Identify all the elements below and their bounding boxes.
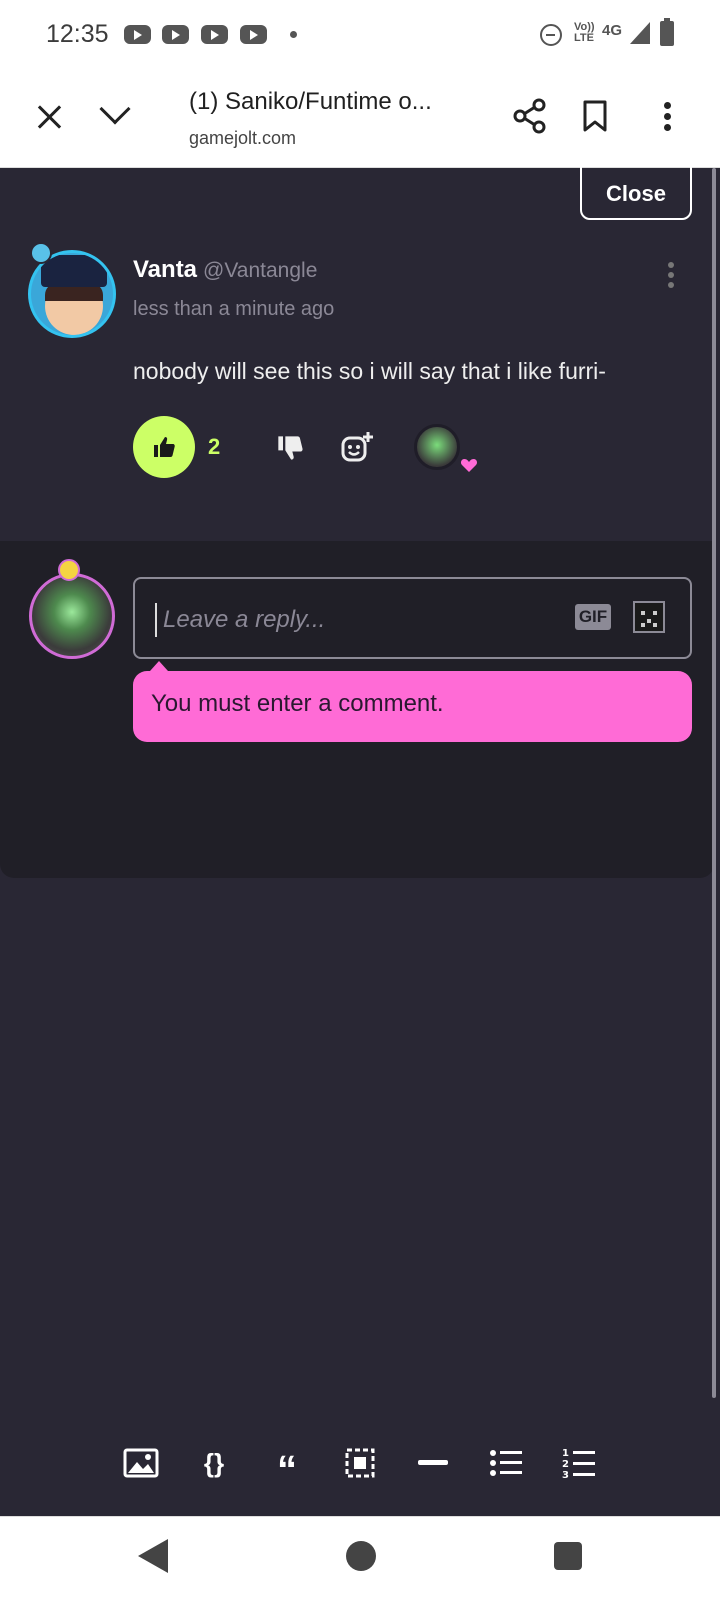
close-icon[interactable]: [36, 104, 62, 130]
share-icon[interactable]: [512, 98, 548, 134]
comment-timestamp: less than a minute ago: [133, 298, 335, 320]
image-icon[interactable]: [123, 1445, 159, 1481]
reply-box[interactable]: GIF: [133, 577, 692, 659]
author-name[interactable]: Vanta: [133, 256, 197, 283]
scrollbar[interactable]: [712, 168, 716, 1398]
volte-icon: Vo)) LTE: [574, 21, 595, 44]
heart-icon: [460, 459, 478, 472]
back-icon[interactable]: [138, 1539, 168, 1573]
comment-more-icon[interactable]: [668, 262, 676, 292]
code-icon[interactable]: {}: [196, 1445, 232, 1481]
svg-text:1: 1: [562, 1448, 569, 1459]
like-count: 2: [208, 434, 221, 459]
avatar-badge-icon: [58, 559, 80, 581]
close-button[interactable]: Close: [580, 158, 692, 220]
my-avatar[interactable]: [29, 573, 115, 659]
chevron-down-icon[interactable]: [99, 93, 131, 125]
comment-thread: Close Vanta @Vantangle less than a minute…: [0, 158, 720, 1516]
youtube-icon: [201, 25, 228, 44]
signal-icon: [630, 22, 650, 44]
text-caret: [155, 603, 157, 637]
svg-text:3: 3: [562, 1470, 569, 1479]
more-vert-icon[interactable]: [664, 102, 672, 132]
page-url: gamejolt.com: [189, 128, 297, 148]
reply-panel: GIF You must enter a comment.: [0, 541, 714, 878]
dot-icon: [290, 31, 297, 38]
status-bar: 12:35 Vo)) LTE 4G: [0, 0, 720, 70]
add-reaction-icon[interactable]: [340, 430, 374, 464]
do-not-disturb-icon: [540, 24, 562, 46]
reply-input[interactable]: [163, 601, 543, 639]
status-time: 12:35: [46, 20, 109, 48]
gif-button[interactable]: GIF: [575, 604, 611, 630]
avatar-badge-icon: [30, 242, 52, 264]
youtube-icon: [162, 25, 189, 44]
author-handle[interactable]: @Vantangle: [203, 259, 317, 282]
comment-author[interactable]: Vanta @Vantangle: [133, 256, 317, 284]
browser-toolbar: (1) Saniko/Funtime o... gamejolt.com: [0, 70, 720, 168]
youtube-icon: [240, 25, 267, 44]
error-message: You must enter a comment.: [133, 671, 692, 742]
reaction-avatar[interactable]: [414, 424, 460, 470]
numbered-list-icon[interactable]: 123: [561, 1445, 597, 1481]
like-button[interactable]: [133, 416, 195, 478]
bookmark-icon[interactable]: [582, 100, 608, 132]
sticker-icon[interactable]: [633, 601, 665, 633]
network-type: 4G: [602, 22, 623, 39]
error-tooltip-arrow: [150, 661, 168, 671]
spoiler-icon[interactable]: [342, 1445, 378, 1481]
recent-apps-icon[interactable]: [554, 1542, 582, 1570]
thumbs-up-icon: [154, 437, 175, 457]
quote-icon[interactable]: “: [269, 1445, 305, 1492]
editor-toolbar: {} “ 123: [0, 1413, 720, 1513]
youtube-icon: [124, 25, 151, 44]
page-title: (1) Saniko/Funtime o...: [189, 88, 432, 115]
bulleted-list-icon[interactable]: [488, 1445, 524, 1481]
system-nav-bar: [0, 1516, 720, 1600]
battery-icon: [660, 18, 674, 46]
comment-text: nobody will see this so i will say that …: [133, 358, 606, 384]
thumbs-down-icon[interactable]: [276, 434, 304, 462]
horizontal-rule-icon[interactable]: [415, 1445, 451, 1481]
home-icon[interactable]: [346, 1541, 376, 1571]
svg-text:2: 2: [562, 1459, 569, 1470]
